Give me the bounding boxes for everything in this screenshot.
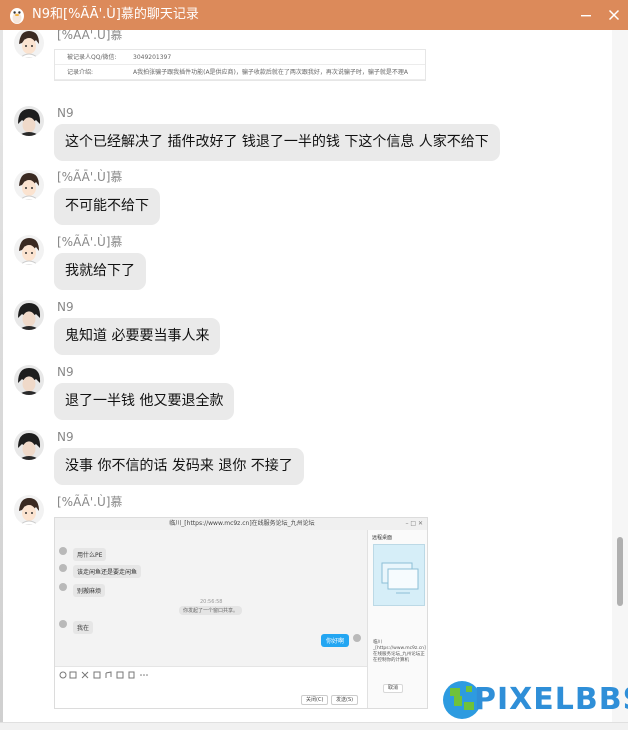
document-value: A我拍张骗子跟我插件功能(A是供应商)，骗子收款后就在了两次跟我好，再次说骗子时… xyxy=(133,69,408,76)
screenshot-bubble: 我在 xyxy=(73,621,94,634)
screenshot-window-controls: – □ ✕ xyxy=(405,520,423,527)
screenshot-avatar xyxy=(59,583,67,591)
chat-history-pane[interactable]: [%AA'.U]慕 被记录人QQ/微信: 3049201397 记录介绍: A我… xyxy=(0,30,612,722)
screenshot-system-notice: 你发起了一个窗口共享。 xyxy=(179,606,243,615)
avatar-dark-hair xyxy=(14,430,44,460)
screenshot-bubble: 别搬麻烦 xyxy=(73,584,106,597)
document-key: 记录介绍: xyxy=(67,69,94,76)
document-key: 被记录人QQ/微信: xyxy=(67,54,117,61)
screenshot-avatar xyxy=(59,547,67,555)
vertical-scrollbar[interactable] xyxy=(612,30,628,722)
monitor-icon xyxy=(373,544,425,606)
screenshot-remote-desktop-panel: 远程桌面 临川_[https://www.mc9z.cn]在线服务论坛_九州论坛… xyxy=(367,530,427,708)
screenshot-cancel-button: 取消 xyxy=(383,684,404,693)
sender-name: [%ÃĀ'.Ù]慕 xyxy=(57,170,123,184)
avatar-anime-boy xyxy=(14,495,44,525)
message-bubble: 不可能不给下 xyxy=(54,188,160,225)
message-bubble: 退了一半钱 他又要退全款 xyxy=(54,383,235,420)
screenshot-bubble: 该走闲鱼还是要走闲鱼 xyxy=(73,565,142,578)
screenshot-avatar xyxy=(353,634,361,642)
window-titlebar: N9和[%ÃĀ'.Ù]慕的聊天记录 xyxy=(0,0,628,30)
document-card[interactable]: 被记录人QQ/微信: 3049201397 记录介绍: A我拍张骗子跟我插件功能… xyxy=(54,49,426,81)
avatar-anime-boy xyxy=(14,235,44,265)
screenshot-panel-title: 远程桌面 xyxy=(372,535,393,541)
avatar-anime-boy xyxy=(14,170,44,200)
sender-name: [%ÃĀ'.Ù]慕 xyxy=(57,235,123,249)
document-row: 记录介绍: A我拍张骗子跟我插件功能(A是供应商)，骗子收款后就在了两次跟我好，… xyxy=(55,65,425,80)
watermark-text: PIXELBBS xyxy=(474,682,628,717)
message-bubble: 我就给下了 xyxy=(54,253,146,290)
sender-name: [%AA'.U]慕 xyxy=(57,30,123,42)
screenshot-timestamp: 20:56:58 xyxy=(200,599,223,605)
screenshot-avatar xyxy=(59,620,67,628)
screenshot-input-toolbar: 关闭(C) 发送(S) xyxy=(55,666,367,708)
screenshot-send-button: 发送(S) xyxy=(331,695,359,705)
document-value: 3049201397 xyxy=(133,54,172,61)
screenshot-panel-description: 临川_[https://www.mc9z.cn]在线服务论坛_九州论坛正在控制你… xyxy=(373,640,426,663)
sender-name: N9 xyxy=(57,106,74,120)
screenshot-bubble: 用什么PE xyxy=(73,548,107,561)
avatar-dark-hair xyxy=(14,106,44,136)
avatar-dark-hair xyxy=(14,300,44,330)
minimize-icon[interactable] xyxy=(576,5,596,25)
sender-name: N9 xyxy=(57,365,74,379)
avatar-dark-hair xyxy=(14,365,44,395)
pixelbbs-watermark: PIXELBBS xyxy=(440,672,628,728)
sender-name: [%ÃĀ'.Ù]慕 xyxy=(57,495,123,509)
message-bubble: 这个已经解决了 插件改好了 钱退了一半的钱 下这个信息 人家不给下 xyxy=(54,124,500,161)
window-title: N9和[%ÃĀ'.Ù]慕的聊天记录 xyxy=(32,7,199,22)
screenshot-sent-bubble: 你好啊 xyxy=(321,634,350,647)
screenshot-image[interactable]: 临川_[https://www.mc9z.cn]在线服务论坛_九州论坛 – □ … xyxy=(54,517,428,709)
message-bubble: 没事 你不信的话 发码来 退你 不接了 xyxy=(54,448,304,485)
close-icon[interactable] xyxy=(604,5,624,25)
screenshot-avatar xyxy=(59,564,67,572)
sender-name: N9 xyxy=(57,430,74,444)
scrollbar-thumb[interactable] xyxy=(617,537,623,606)
screenshot-window-title: 临川_[https://www.mc9z.cn]在线服务论坛_九州论坛 xyxy=(55,518,427,530)
screenshot-toolbar-icons xyxy=(59,671,148,679)
qq-penguin-icon xyxy=(8,5,26,25)
screenshot-close-button: 关闭(C) xyxy=(301,695,329,705)
screenshot-chat-area: 用什么PE 该走闲鱼还是要走闲鱼 别搬麻烦 20:56:58 你发起了一个窗口共… xyxy=(55,530,367,666)
document-row: 被记录人QQ/微信: 3049201397 xyxy=(55,50,425,65)
avatar-anime-boy xyxy=(14,30,44,58)
sender-name: N9 xyxy=(57,300,74,314)
message-bubble: 鬼知道 必要要当事人来 xyxy=(54,318,221,355)
